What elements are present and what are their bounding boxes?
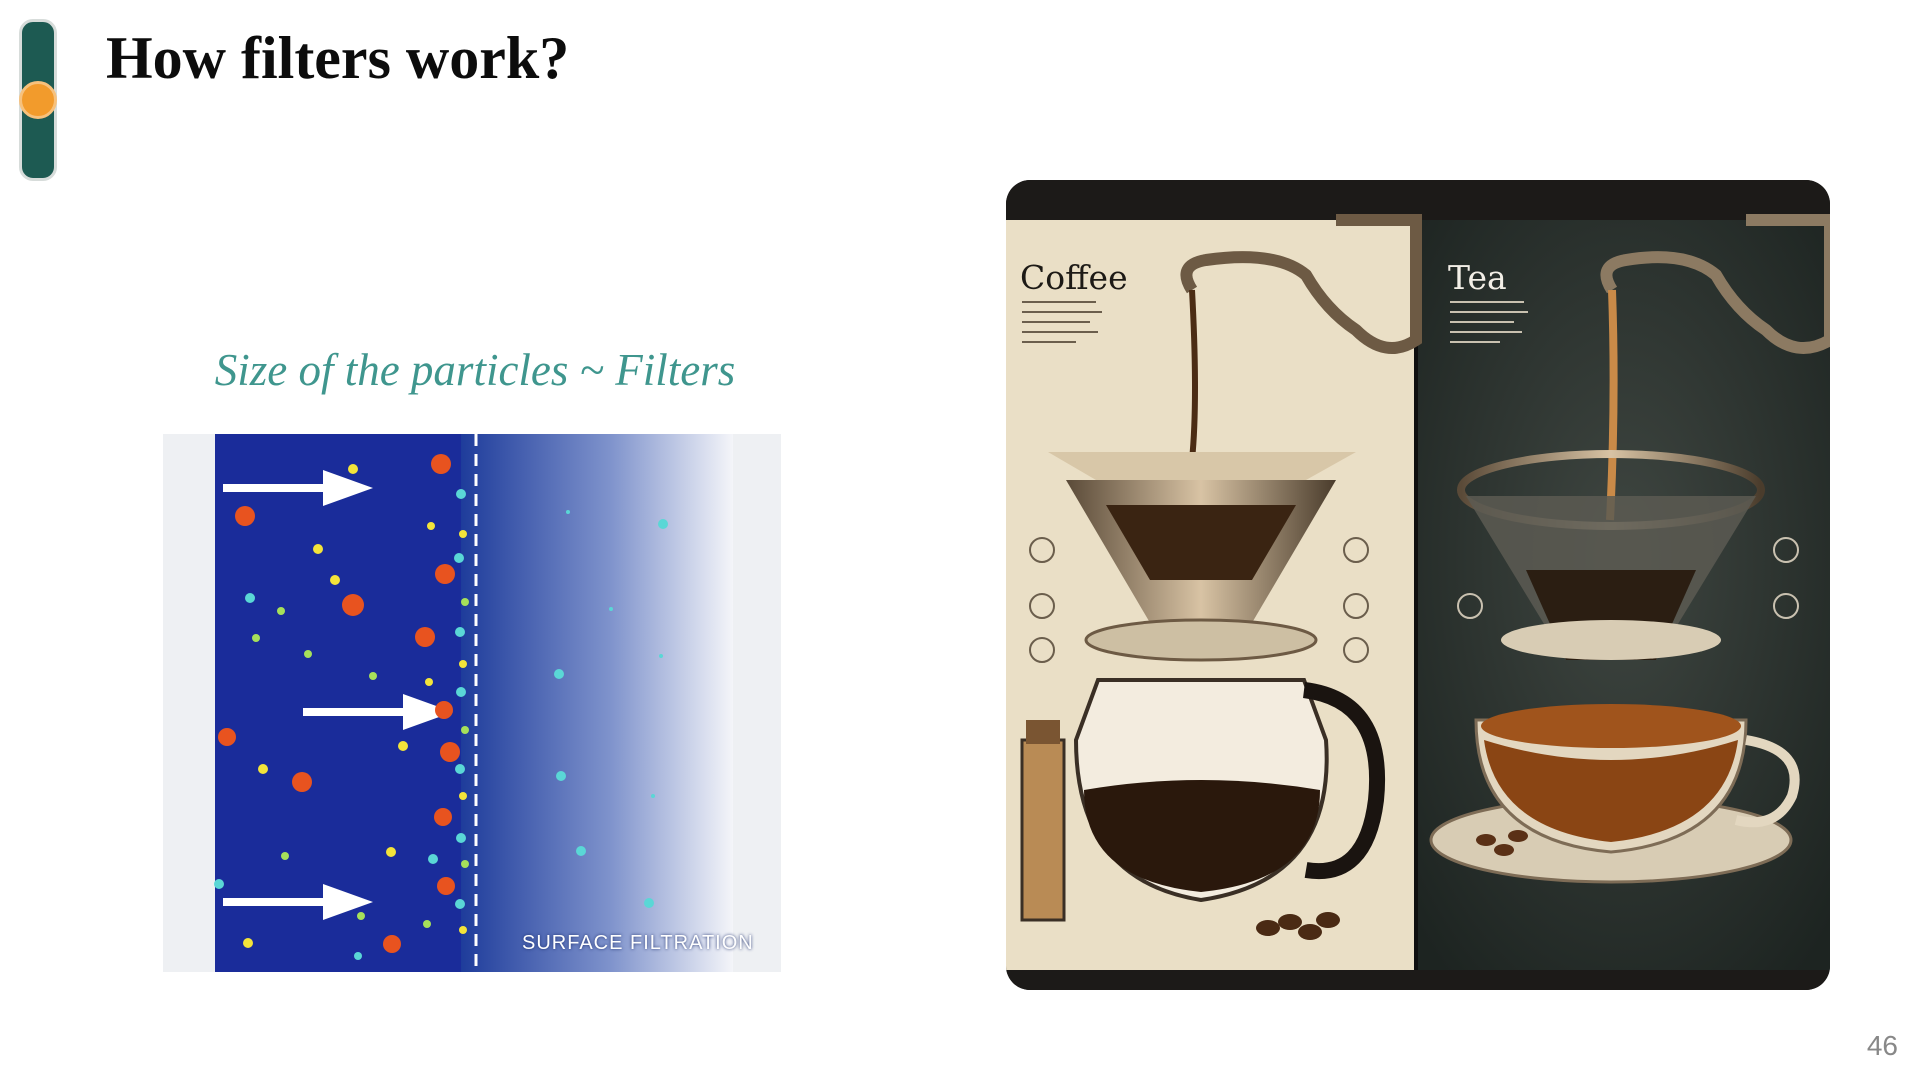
accent-dot bbox=[19, 81, 57, 119]
filters-caption: Size of the particles ~ Filters bbox=[214, 345, 736, 395]
surface-filtration-image: SURFACE FILTRATION bbox=[163, 434, 781, 972]
slide-title: How filters work? bbox=[106, 25, 570, 91]
filtration-label: SURFACE FILTRATION bbox=[522, 932, 754, 954]
page-number: 46 bbox=[1866, 1030, 1898, 1061]
coffee-tea-graphic bbox=[1006, 180, 1830, 990]
tea-label: Tea bbox=[1448, 258, 1507, 297]
filtration-graphic bbox=[214, 434, 733, 972]
coffee-tea-filter-image: Coffee Tea bbox=[1006, 180, 1830, 990]
coffee-label: Coffee bbox=[1020, 258, 1128, 297]
